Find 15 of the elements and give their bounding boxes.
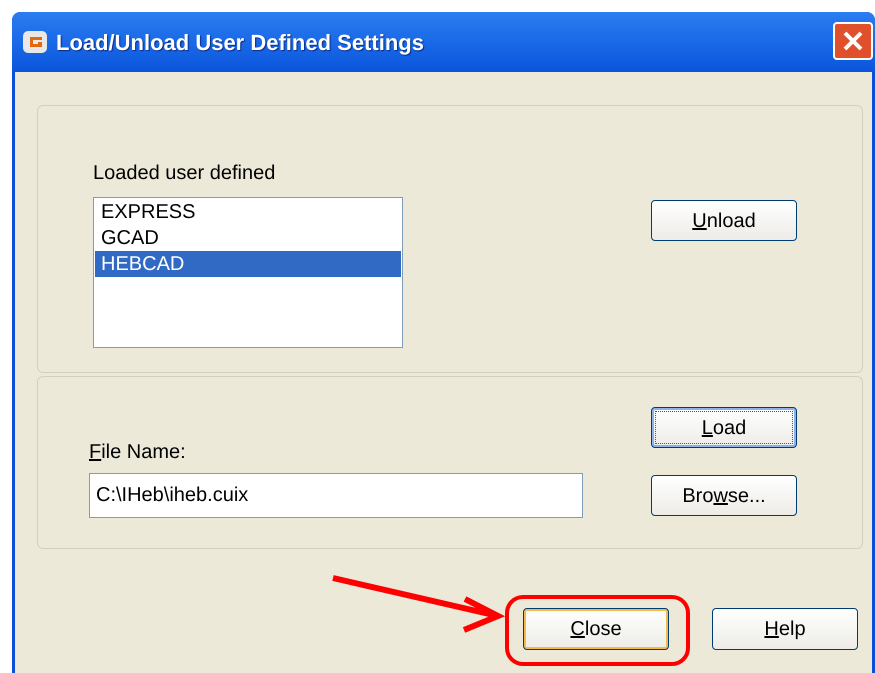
browse-button[interactable]: Browse... [651,475,797,516]
close-button[interactable]: Close [523,608,669,650]
loaded-list[interactable]: EXPRESS GCAD HEBCAD [93,197,403,348]
load-button[interactable]: Load [651,407,797,448]
window-title: Load/Unload User Defined Settings [56,28,424,57]
close-icon[interactable] [833,22,873,60]
help-button[interactable]: Help [712,608,858,650]
list-item[interactable]: EXPRESS [95,199,401,225]
file-name-field[interactable]: C:\IHeb\iheb.cuix [89,473,583,518]
list-item[interactable]: GCAD [95,225,401,251]
unload-button[interactable]: Unload [651,200,797,241]
app-logo-icon [22,30,48,54]
file-name-label: File Name: [89,440,186,465]
list-label: Loaded user defined [93,161,276,186]
list-item[interactable]: HEBCAD [95,251,401,277]
